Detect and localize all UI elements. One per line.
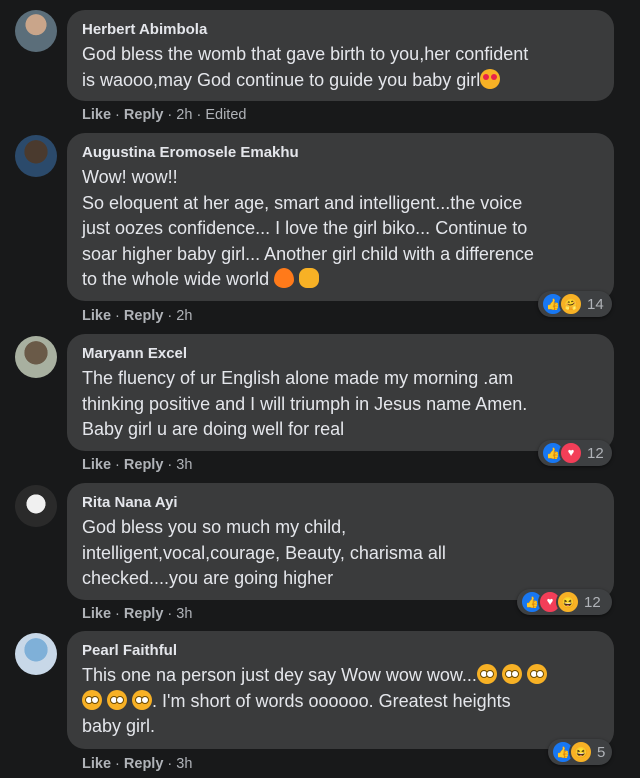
comment-actions: Like · Reply · 3h [82,457,193,473]
comment-text: Wow! wow!! So eloquent at her age, smart… [82,167,534,289]
reaction-summary[interactable]: 👍 🤗 14 [538,291,612,317]
reply-link[interactable]: Reply [124,756,164,772]
avatar[interactable] [15,633,57,675]
reply-link[interactable]: Reply [124,308,164,324]
comment-actions: Like · Reply · 2h [82,308,193,324]
like-link[interactable]: Like [82,308,111,324]
comment-bubble: Augustina Eromosele Emakhu Wow! wow!! So… [67,133,614,301]
fire-emoji-icon [274,268,295,288]
comment-text: The fluency of ur English alone made my … [82,368,528,439]
reaction-count: 14 [587,295,604,313]
like-link[interactable]: Like [82,457,111,473]
avatar[interactable] [15,485,57,527]
flushed-emoji-icon [82,689,102,710]
raised-hands-emoji-icon [299,268,320,288]
reaction-summary[interactable]: 👍 ♥ 12 [538,440,612,466]
reaction-count: 12 [584,593,601,611]
reaction-summary[interactable]: 👍 😆 5 [548,739,612,765]
like-link[interactable]: Like [82,107,111,123]
timestamp[interactable]: 3h [176,606,192,622]
comment-text: This one na person just dey say Wow wow … [82,663,598,740]
comment-bubble: Rita Nana Ayi God bless you so much my c… [67,483,614,600]
comment-author[interactable]: Pearl Faithful [82,642,598,660]
comment-actions: Like · Reply · 2h · Edited [82,107,247,123]
comment-bubble: Herbert Abimbola God bless the womb that… [67,10,614,101]
like-link[interactable]: Like [82,606,111,622]
love-reaction-icon: ♥ [559,441,583,465]
haha-reaction-icon: 😆 [569,740,593,764]
care-reaction-icon: 🤗 [559,292,583,316]
comment-bubble: Pearl Faithful This one na person just d… [67,631,614,749]
haha-reaction-icon: 😆 [556,590,580,614]
comment-author[interactable]: Rita Nana Ayi [82,494,598,512]
reaction-count: 12 [587,444,604,462]
reaction-count: 5 [597,743,606,761]
comment-actions: Like · Reply · 3h [82,756,193,772]
timestamp[interactable]: 2h [176,107,192,123]
flushed-emoji-icon [107,689,128,710]
like-link[interactable]: Like [82,756,111,772]
flushed-emoji-icon [476,664,497,684]
edited-label: Edited [205,107,247,123]
reply-link[interactable]: Reply [124,606,164,622]
reply-link[interactable]: Reply [124,457,164,473]
avatar[interactable] [15,10,57,52]
avatar[interactable] [15,336,57,378]
comment-author[interactable]: Augustina Eromosele Emakhu [82,144,598,162]
timestamp[interactable]: 3h [176,457,192,473]
flushed-emoji-icon [501,664,522,684]
comment-text: God bless the womb that gave birth to yo… [82,44,529,90]
comment-text: God bless you so much my child, intellig… [82,517,446,588]
comment-bubble: Maryann Excel The fluency of ur English … [67,334,614,451]
comment-author[interactable]: Maryann Excel [82,345,598,363]
timestamp[interactable]: 3h [176,756,192,772]
comment-author[interactable]: Herbert Abimbola [82,21,598,39]
reply-link[interactable]: Reply [124,107,164,123]
reaction-summary[interactable]: 👍 ♥ 😆 12 [517,589,612,615]
avatar[interactable] [15,135,57,177]
heart-eyes-emoji-icon [480,68,501,89]
comment-actions: Like · Reply · 3h [82,606,193,622]
flushed-emoji-icon [132,689,153,710]
timestamp[interactable]: 2h [176,308,192,324]
flushed-emoji-icon [526,664,547,684]
